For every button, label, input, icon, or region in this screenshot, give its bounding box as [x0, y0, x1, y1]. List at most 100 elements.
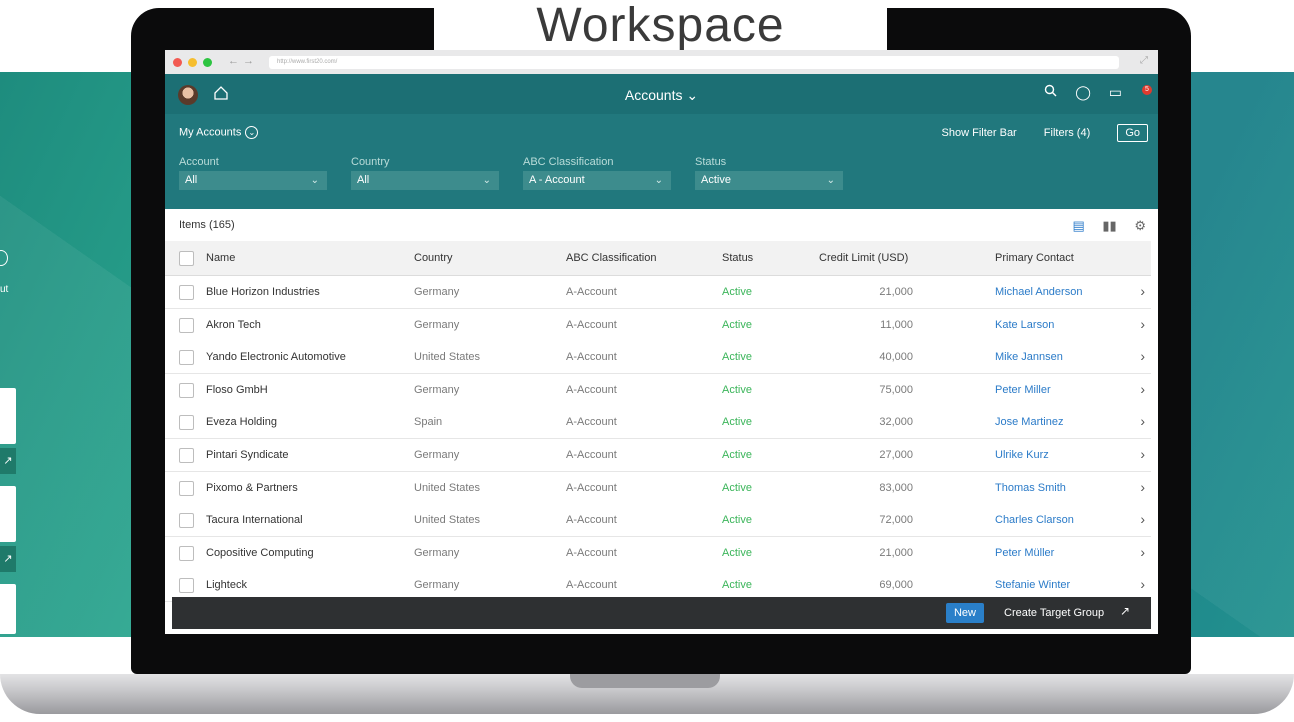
- account-name: Pixomo & Partners: [206, 481, 298, 494]
- chevron-right-icon[interactable]: ›: [1140, 511, 1145, 527]
- column-header-status[interactable]: Status: [722, 252, 753, 264]
- country-cell: Germany: [414, 383, 460, 396]
- column-header-name[interactable]: Name: [206, 252, 235, 264]
- chevron-right-icon[interactable]: ›: [1140, 348, 1145, 364]
- chart-view-icon[interactable]: ▮▮: [1102, 218, 1116, 233]
- status-cell: Active: [722, 481, 752, 494]
- status-cell: Active: [722, 383, 752, 396]
- share-icon[interactable]: ↗: [1120, 604, 1130, 618]
- status-select[interactable]: Active ⌄: [695, 171, 843, 190]
- table-row[interactable]: Pixomo & Partners United States A-Account A…: [165, 471, 1151, 505]
- credit-limit-cell: 83,000: [879, 481, 913, 494]
- variant-selector[interactable]: My Accounts ⌄: [179, 126, 259, 139]
- row-checkbox[interactable]: [179, 545, 194, 561]
- row-checkbox[interactable]: [179, 480, 194, 496]
- account-name: Tacura International: [206, 514, 303, 527]
- expand-icon[interactable]: ⤢: [1140, 55, 1148, 66]
- abc-cell: A-Account: [566, 318, 617, 331]
- row-checkbox[interactable]: [179, 578, 194, 594]
- abc-cell: A-Account: [566, 546, 617, 559]
- peek-external-link-button[interactable]: ↗: [0, 546, 16, 572]
- chevron-down-icon: ⌄: [245, 126, 259, 139]
- app-title-menu[interactable]: Accounts ⌄: [165, 87, 1158, 104]
- row-checkbox[interactable]: [179, 382, 194, 398]
- maximize-window-button[interactable]: [203, 58, 212, 67]
- country-select[interactable]: All ⌄: [351, 171, 499, 190]
- show-filter-bar-link[interactable]: Show Filter Bar: [942, 127, 1017, 139]
- account-name: Pintari Syndicate: [206, 449, 289, 461]
- table-row[interactable]: Copositive Computing Germany A-Account Acti…: [165, 536, 1151, 570]
- row-checkbox[interactable]: [179, 513, 194, 529]
- peek-text: ut: [0, 284, 9, 295]
- filter-bar: My Accounts ⌄ Show Filter Bar Filters (4)…: [165, 114, 1158, 209]
- primary-contact-link[interactable]: Mike Jannsen: [995, 351, 1063, 363]
- peek-circle-icon: [0, 250, 8, 266]
- table-row[interactable]: Pintari Syndicate Germany A-Account Active 2…: [165, 439, 1151, 472]
- primary-contact-link[interactable]: Charles Clarson: [995, 514, 1074, 526]
- status-cell: Active: [722, 449, 752, 461]
- primary-contact-link[interactable]: Jose Martinez: [995, 416, 1063, 428]
- status-cell: Active: [722, 579, 752, 592]
- primary-contact-link[interactable]: Kate Larson: [995, 319, 1054, 331]
- notification-icon[interactable]: ▭ 5: [1109, 84, 1152, 101]
- credit-limit-cell: 40,000: [879, 351, 913, 364]
- credit-limit-cell: 27,000: [879, 449, 913, 461]
- filter-label: Account: [179, 156, 219, 168]
- account-name: Floso GmbH: [206, 383, 268, 396]
- table-header: Name Country ABC Classification Status C…: [165, 241, 1151, 276]
- info-icon[interactable]: ◯: [1075, 84, 1091, 101]
- abc-cell: A-Account: [566, 416, 617, 429]
- chevron-right-icon[interactable]: ›: [1140, 413, 1145, 429]
- row-checkbox[interactable]: [179, 448, 194, 463]
- column-header-country[interactable]: Country: [414, 252, 453, 264]
- abc-classification-select[interactable]: A - Account ⌄: [523, 171, 671, 190]
- status-cell: Active: [722, 351, 752, 364]
- chevron-down-icon: ⌄: [482, 175, 491, 186]
- column-header-contact[interactable]: Primary Contact: [995, 252, 1074, 264]
- primary-contact-link[interactable]: Peter Miller: [995, 384, 1051, 396]
- credit-limit-cell: 32,000: [879, 416, 913, 429]
- browser-nav-arrows-icon[interactable]: ←→: [228, 55, 258, 67]
- create-target-group-button[interactable]: Create Target Group: [1004, 607, 1104, 619]
- table-row[interactable]: Tacura International United States A-Accou…: [165, 504, 1151, 538]
- table-row[interactable]: Floso GmbH Germany A-Account Active 75,000 Pe…: [165, 373, 1151, 407]
- search-icon[interactable]: [1044, 84, 1057, 100]
- chevron-right-icon[interactable]: ›: [1140, 576, 1145, 592]
- chevron-right-icon[interactable]: ›: [1140, 381, 1145, 397]
- primary-contact-link[interactable]: Peter Müller: [995, 547, 1054, 559]
- chevron-right-icon[interactable]: ›: [1140, 544, 1145, 560]
- primary-contact-link[interactable]: Ulrike Kurz: [995, 449, 1049, 461]
- column-header-credit[interactable]: Credit Limit (USD): [819, 252, 908, 264]
- close-window-button[interactable]: [173, 58, 182, 67]
- peek-external-link-button[interactable]: ↗: [0, 448, 16, 474]
- chevron-right-icon[interactable]: ›: [1140, 316, 1145, 332]
- table-view-icon[interactable]: ▤: [1072, 218, 1084, 233]
- table-row[interactable]: Yando Electronic Automotive United States…: [165, 341, 1151, 375]
- credit-limit-cell: 69,000: [879, 579, 913, 592]
- row-checkbox[interactable]: [179, 285, 194, 300]
- country-cell: Germany: [414, 546, 460, 559]
- primary-contact-link[interactable]: Stefanie Winter: [995, 579, 1070, 591]
- row-checkbox[interactable]: [179, 350, 194, 366]
- row-checkbox[interactable]: [179, 415, 194, 431]
- new-button[interactable]: New: [946, 603, 984, 623]
- account-name: Copositive Computing: [206, 546, 314, 559]
- minimize-window-button[interactable]: [188, 58, 197, 67]
- address-bar[interactable]: http://www.first20.com/: [269, 56, 1119, 69]
- column-header-abc[interactable]: ABC Classification: [566, 252, 656, 264]
- primary-contact-link[interactable]: Thomas Smith: [995, 482, 1066, 494]
- chevron-right-icon[interactable]: ›: [1140, 446, 1145, 462]
- account-select[interactable]: All ⌄: [179, 171, 327, 190]
- row-checkbox[interactable]: [179, 317, 194, 333]
- table-row[interactable]: Akron Tech Germany A-Account Active 11,000 Ka…: [165, 308, 1151, 342]
- select-all-checkbox[interactable]: [179, 251, 194, 266]
- filters-link[interactable]: Filters (4): [1044, 127, 1090, 139]
- chevron-right-icon[interactable]: ›: [1140, 479, 1145, 495]
- table-row[interactable]: Blue Horizon Industries Germany A-Account A…: [165, 276, 1151, 309]
- table-row[interactable]: Eveza Holding Spain A-Account Active 32,000 J…: [165, 406, 1151, 440]
- primary-contact-link[interactable]: Michael Anderson: [995, 286, 1082, 298]
- chevron-right-icon[interactable]: ›: [1140, 283, 1145, 299]
- gear-icon[interactable]: ⚙: [1134, 218, 1146, 233]
- abc-cell: A-Account: [566, 383, 617, 396]
- go-button[interactable]: Go: [1117, 124, 1148, 142]
